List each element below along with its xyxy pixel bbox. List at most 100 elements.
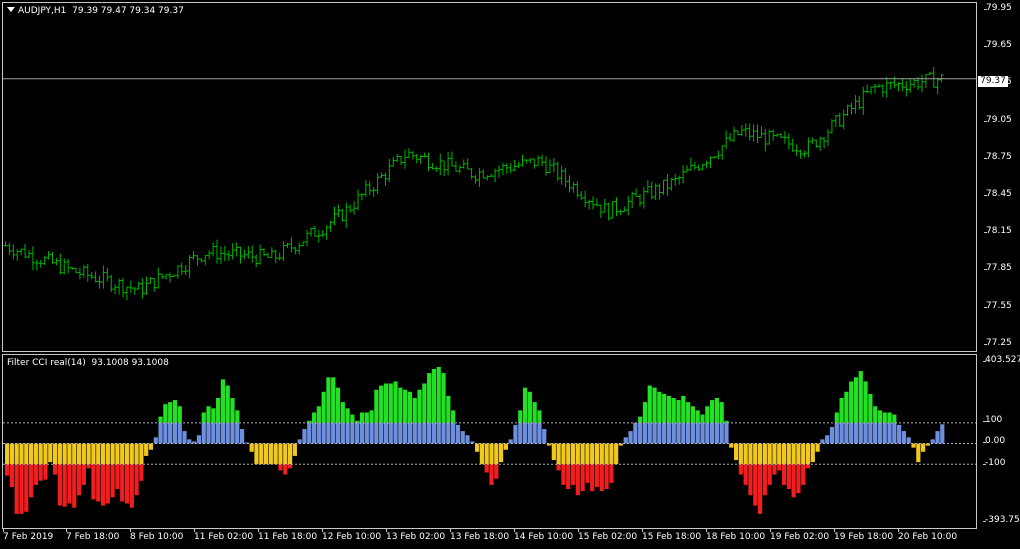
cci-bar: [129, 443, 134, 508]
cci-bar: [527, 391, 532, 444]
price-bar: [218, 246, 223, 264]
cci-bar: [681, 395, 686, 444]
price-bar: [446, 151, 451, 176]
price-bar: [187, 255, 192, 279]
cci-bar: [877, 410, 883, 444]
time-label: 15 Feb 18:00: [642, 529, 702, 542]
cci-bar: [201, 412, 206, 444]
cci-bar: [182, 431, 187, 444]
cci-bar: [815, 443, 820, 452]
cci-bar: [484, 443, 489, 473]
price-bar: [23, 244, 28, 259]
price-bar: [555, 161, 560, 182]
current-price-label: 79.37: [978, 76, 1008, 87]
price-bar: [168, 272, 172, 283]
cci-bar: [278, 443, 283, 471]
price-bar: [66, 258, 71, 274]
price-bar: [896, 82, 901, 92]
cci-bar: [407, 391, 413, 444]
price-bar: [379, 172, 384, 178]
cci-bar: [379, 385, 384, 444]
cci-bar: [398, 387, 403, 444]
price-bar: [563, 167, 568, 188]
price-bar: [262, 248, 266, 257]
cci-bar: [172, 400, 178, 444]
price-bar: [207, 250, 212, 260]
price-bar: [403, 149, 407, 169]
price-bar: [516, 161, 521, 169]
cci-bar: [115, 443, 120, 490]
price-bar: [30, 246, 35, 271]
cci-bar: [388, 383, 393, 444]
price-bar: [359, 193, 364, 201]
cci-bar: [829, 426, 835, 444]
price-bar: [128, 280, 133, 293]
cci-bar: [158, 416, 163, 444]
cci-bar: [748, 443, 753, 496]
price-bar: [743, 123, 748, 137]
cci-bar: [14, 443, 19, 514]
price-bar: [833, 115, 838, 128]
price-bar: [908, 78, 913, 93]
price-bar: [105, 267, 110, 282]
price-bar: [97, 275, 102, 289]
cci-bar: [892, 414, 897, 444]
cci-bar: [76, 443, 82, 496]
price-bar: [352, 201, 357, 215]
price-bar: [50, 252, 55, 264]
price-bar: [175, 265, 180, 279]
cci-bar: [772, 443, 777, 475]
time-label: 20 Feb 10:00: [898, 529, 958, 542]
price-bar: [430, 162, 435, 170]
price-bar: [136, 281, 141, 290]
cci-bar: [585, 443, 590, 483]
price-bar: [649, 181, 654, 200]
cci-bar: [757, 443, 763, 514]
dropdown-triangle-icon[interactable]: [7, 7, 15, 12]
cci-bar: [350, 414, 355, 444]
cci-bar: [901, 431, 907, 444]
price-bar: [794, 144, 799, 157]
price-bar: [739, 125, 744, 136]
price-bar: [865, 84, 870, 94]
cci-bar: [710, 400, 715, 444]
price-bar: [884, 77, 889, 98]
cci-bar: [355, 420, 360, 444]
price-bar: [281, 240, 286, 262]
cci-bar: [609, 443, 614, 483]
cci-bar: [153, 437, 158, 444]
price-bar: [11, 244, 16, 260]
price-bar: [387, 158, 392, 183]
price-bar: [215, 239, 219, 264]
cci-bar: [839, 397, 844, 444]
price-bar: [328, 220, 333, 232]
indicator-values: 93.1008 93.1008: [91, 358, 169, 368]
cci-bar: [230, 397, 235, 444]
price-bar: [704, 160, 709, 169]
cci-bar: [374, 389, 379, 444]
price-bar: [273, 249, 278, 264]
price-bar: [594, 198, 599, 206]
price-bar: [661, 179, 666, 195]
cci-bar: [393, 381, 398, 444]
cci-bar: [873, 406, 878, 444]
price-bar: [579, 191, 584, 200]
cci-bar: [139, 443, 144, 481]
cci-bar: [921, 443, 926, 452]
price-bar: [74, 267, 78, 274]
price-bar: [532, 158, 537, 169]
cci-bar: [647, 385, 652, 444]
cci-bar: [796, 443, 801, 494]
cci-bar: [753, 443, 758, 506]
price-bar: [853, 95, 858, 114]
price-chart-pane[interactable]: AUDJPY,H1 79.39 79.47 79.34 79.37: [2, 2, 977, 352]
price-bar: [645, 179, 650, 194]
time-label: 11 Feb 02:00: [194, 529, 254, 542]
price-bar: [42, 255, 47, 265]
price-bar: [520, 154, 525, 167]
price-bar: [700, 163, 705, 171]
cci-bar: [858, 371, 863, 444]
price-bar: [696, 164, 701, 172]
price-bar: [301, 241, 306, 247]
indicator-pane[interactable]: Filter CCI real(14) 93.1008 93.1008: [2, 354, 977, 529]
